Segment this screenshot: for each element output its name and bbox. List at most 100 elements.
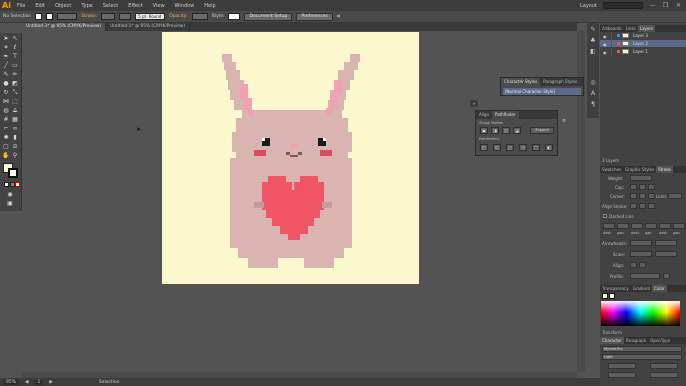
tab-character[interactable]: Character	[600, 337, 624, 344]
minus-front-button[interactable]: ◨	[491, 127, 499, 134]
visibility-eye-icon[interactable]: ◉	[603, 49, 607, 56]
selection-icon[interactable]: ➤	[2, 35, 10, 42]
color-spectrum-picker[interactable]	[601, 301, 680, 326]
draw-mode-icon[interactable]: ◉	[6, 191, 14, 198]
color-fill-swatch[interactable]	[602, 293, 608, 299]
artboard[interactable]	[162, 32, 419, 284]
appearance-icon[interactable]: ◎	[589, 79, 597, 86]
arrange-icon[interactable]: ⌗	[337, 13, 340, 21]
direct-selection-icon[interactable]: ↖	[11, 35, 19, 42]
stroke-value-field[interactable]	[101, 13, 116, 20]
help-search-input[interactable]	[603, 2, 643, 9]
tab-gradient[interactable]: Gradient	[631, 285, 652, 292]
lock-toggle[interactable]	[611, 40, 612, 47]
minus-back-button[interactable]: ◧	[545, 144, 553, 151]
crop-button[interactable]: ◳	[519, 144, 527, 151]
tab-opentype[interactable]: OpenType	[648, 337, 672, 344]
graph-icon[interactable]: ▮	[11, 134, 19, 141]
lock-toggle[interactable]	[611, 32, 612, 39]
tab-paragraph[interactable]: Paragraph	[624, 337, 649, 344]
width-icon[interactable]: ⋈	[2, 98, 10, 105]
unite-button[interactable]: ▣	[480, 127, 488, 134]
tab-swatches[interactable]: Swatches	[600, 166, 623, 173]
tab-untitled-3[interactable]: Untitled-3* @ 95% (CMYK/Preview)	[22, 23, 107, 31]
zoom-icon[interactable]: ⚲	[11, 152, 19, 159]
rectangle-icon[interactable]: ▭	[11, 62, 19, 69]
merge-button[interactable]: ◲	[506, 144, 514, 151]
slice-icon[interactable]: ⧄	[11, 143, 19, 150]
layer-name[interactable]: Layer 1	[633, 48, 648, 55]
tab-layers[interactable]: Layers	[637, 25, 656, 32]
menu-effect[interactable]: Effect	[123, 3, 147, 9]
arrow-align-button[interactable]	[630, 262, 637, 268]
flip-profile-button[interactable]	[663, 273, 670, 279]
layer-name[interactable]: Layer 2	[633, 40, 648, 47]
pathfinder-collapse-icon[interactable]: »	[470, 100, 478, 107]
align-inside-button[interactable]	[639, 203, 646, 209]
artboard-number-field[interactable]: 1	[34, 379, 44, 385]
normal-character-style-item[interactable]: [Normal Character Style]	[503, 88, 581, 95]
menu-file[interactable]: File	[12, 3, 30, 9]
character-styles-icon[interactable]: A	[589, 90, 597, 97]
kerning-field[interactable]	[608, 372, 636, 378]
font-family-dropdown[interactable]: Myriad Pro	[602, 346, 682, 352]
workspace-switcher[interactable]: Layout	[580, 3, 597, 9]
start-arrowhead-dropdown[interactable]	[630, 240, 652, 246]
tab-paragraph-styles[interactable]: Paragraph Styles	[540, 78, 580, 86]
brush-definition-dropdown[interactable]: 5 pt. Round	[135, 13, 166, 20]
tab-transparency[interactable]: Transparency	[600, 285, 631, 292]
visibility-eye-icon[interactable]: ◉	[603, 33, 607, 40]
outline-button[interactable]: ▢	[532, 144, 540, 151]
tab-align[interactable]: Align	[476, 111, 492, 119]
profile-dropdown[interactable]	[630, 273, 660, 279]
pen-icon[interactable]: ✒	[2, 53, 10, 60]
menu-type[interactable]: Type	[76, 3, 97, 9]
next-artboard-icon[interactable]: ▶	[49, 380, 52, 385]
lock-toggle[interactable]	[611, 48, 612, 55]
fill-swatch[interactable]	[35, 13, 43, 20]
bevel-join-button[interactable]	[648, 193, 655, 199]
round-cap-button[interactable]	[639, 184, 646, 190]
stroke-swatch[interactable]	[46, 13, 54, 20]
tab-color[interactable]: Color	[652, 285, 667, 292]
miter-join-button[interactable]	[630, 193, 637, 199]
panel-menu-icon[interactable]: ≡	[562, 118, 570, 125]
tab-graphic-styles[interactable]: Graphic Styles	[623, 166, 656, 173]
layer-row[interactable]: ◉ Layer 2	[600, 40, 686, 47]
leading-field[interactable]	[650, 363, 678, 369]
document-setup-button[interactable]: Document Setup	[244, 12, 293, 21]
brushes-icon[interactable]: ✎	[589, 26, 597, 33]
paragraph-styles-icon[interactable]: ¶	[589, 101, 597, 108]
gap-field[interactable]	[617, 223, 629, 229]
free-transform-icon[interactable]: ⬚	[11, 98, 19, 105]
dashed-line-checkbox[interactable]	[603, 214, 607, 218]
artboard-icon[interactable]: ▢	[2, 143, 10, 150]
divide-button[interactable]: ◰	[480, 144, 488, 151]
end-arrowhead-dropdown[interactable]	[655, 240, 677, 246]
visibility-eye-icon[interactable]: ◉	[603, 41, 607, 48]
tab-links[interactable]: Links	[624, 25, 638, 32]
dash-field[interactable]	[659, 223, 671, 229]
magic-wand-icon[interactable]: ✶	[2, 44, 10, 51]
exclude-button[interactable]: ◪	[513, 127, 521, 134]
eyedropper-icon[interactable]: ⌐	[2, 125, 10, 132]
opacity-field[interactable]	[191, 13, 208, 20]
gradient-icon[interactable]: ▦	[11, 116, 19, 123]
tracking-field[interactable]	[650, 372, 678, 378]
lasso-icon[interactable]: ℓ	[11, 44, 19, 51]
menu-select[interactable]: Select	[98, 3, 123, 9]
menu-object[interactable]: Object	[50, 3, 76, 9]
symbols-icon[interactable]: ♣	[589, 37, 597, 44]
blob-brush-icon[interactable]: ●	[2, 80, 10, 87]
weight-field[interactable]	[630, 175, 652, 181]
dash-field[interactable]	[603, 223, 615, 229]
intersect-button[interactable]: ◫	[502, 127, 510, 134]
blend-icon[interactable]: ∞	[11, 125, 19, 132]
stroke-weight-dropdown[interactable]	[57, 13, 78, 20]
align-outside-button[interactable]	[648, 203, 655, 209]
pixel-rabbit-artwork[interactable]	[162, 32, 419, 284]
color-mode-button[interactable]	[4, 182, 9, 187]
tab-character-styles[interactable]: Character Styles	[501, 78, 541, 86]
butt-cap-button[interactable]	[630, 184, 637, 190]
graphic-styles-icon[interactable]: ◧	[589, 48, 597, 55]
